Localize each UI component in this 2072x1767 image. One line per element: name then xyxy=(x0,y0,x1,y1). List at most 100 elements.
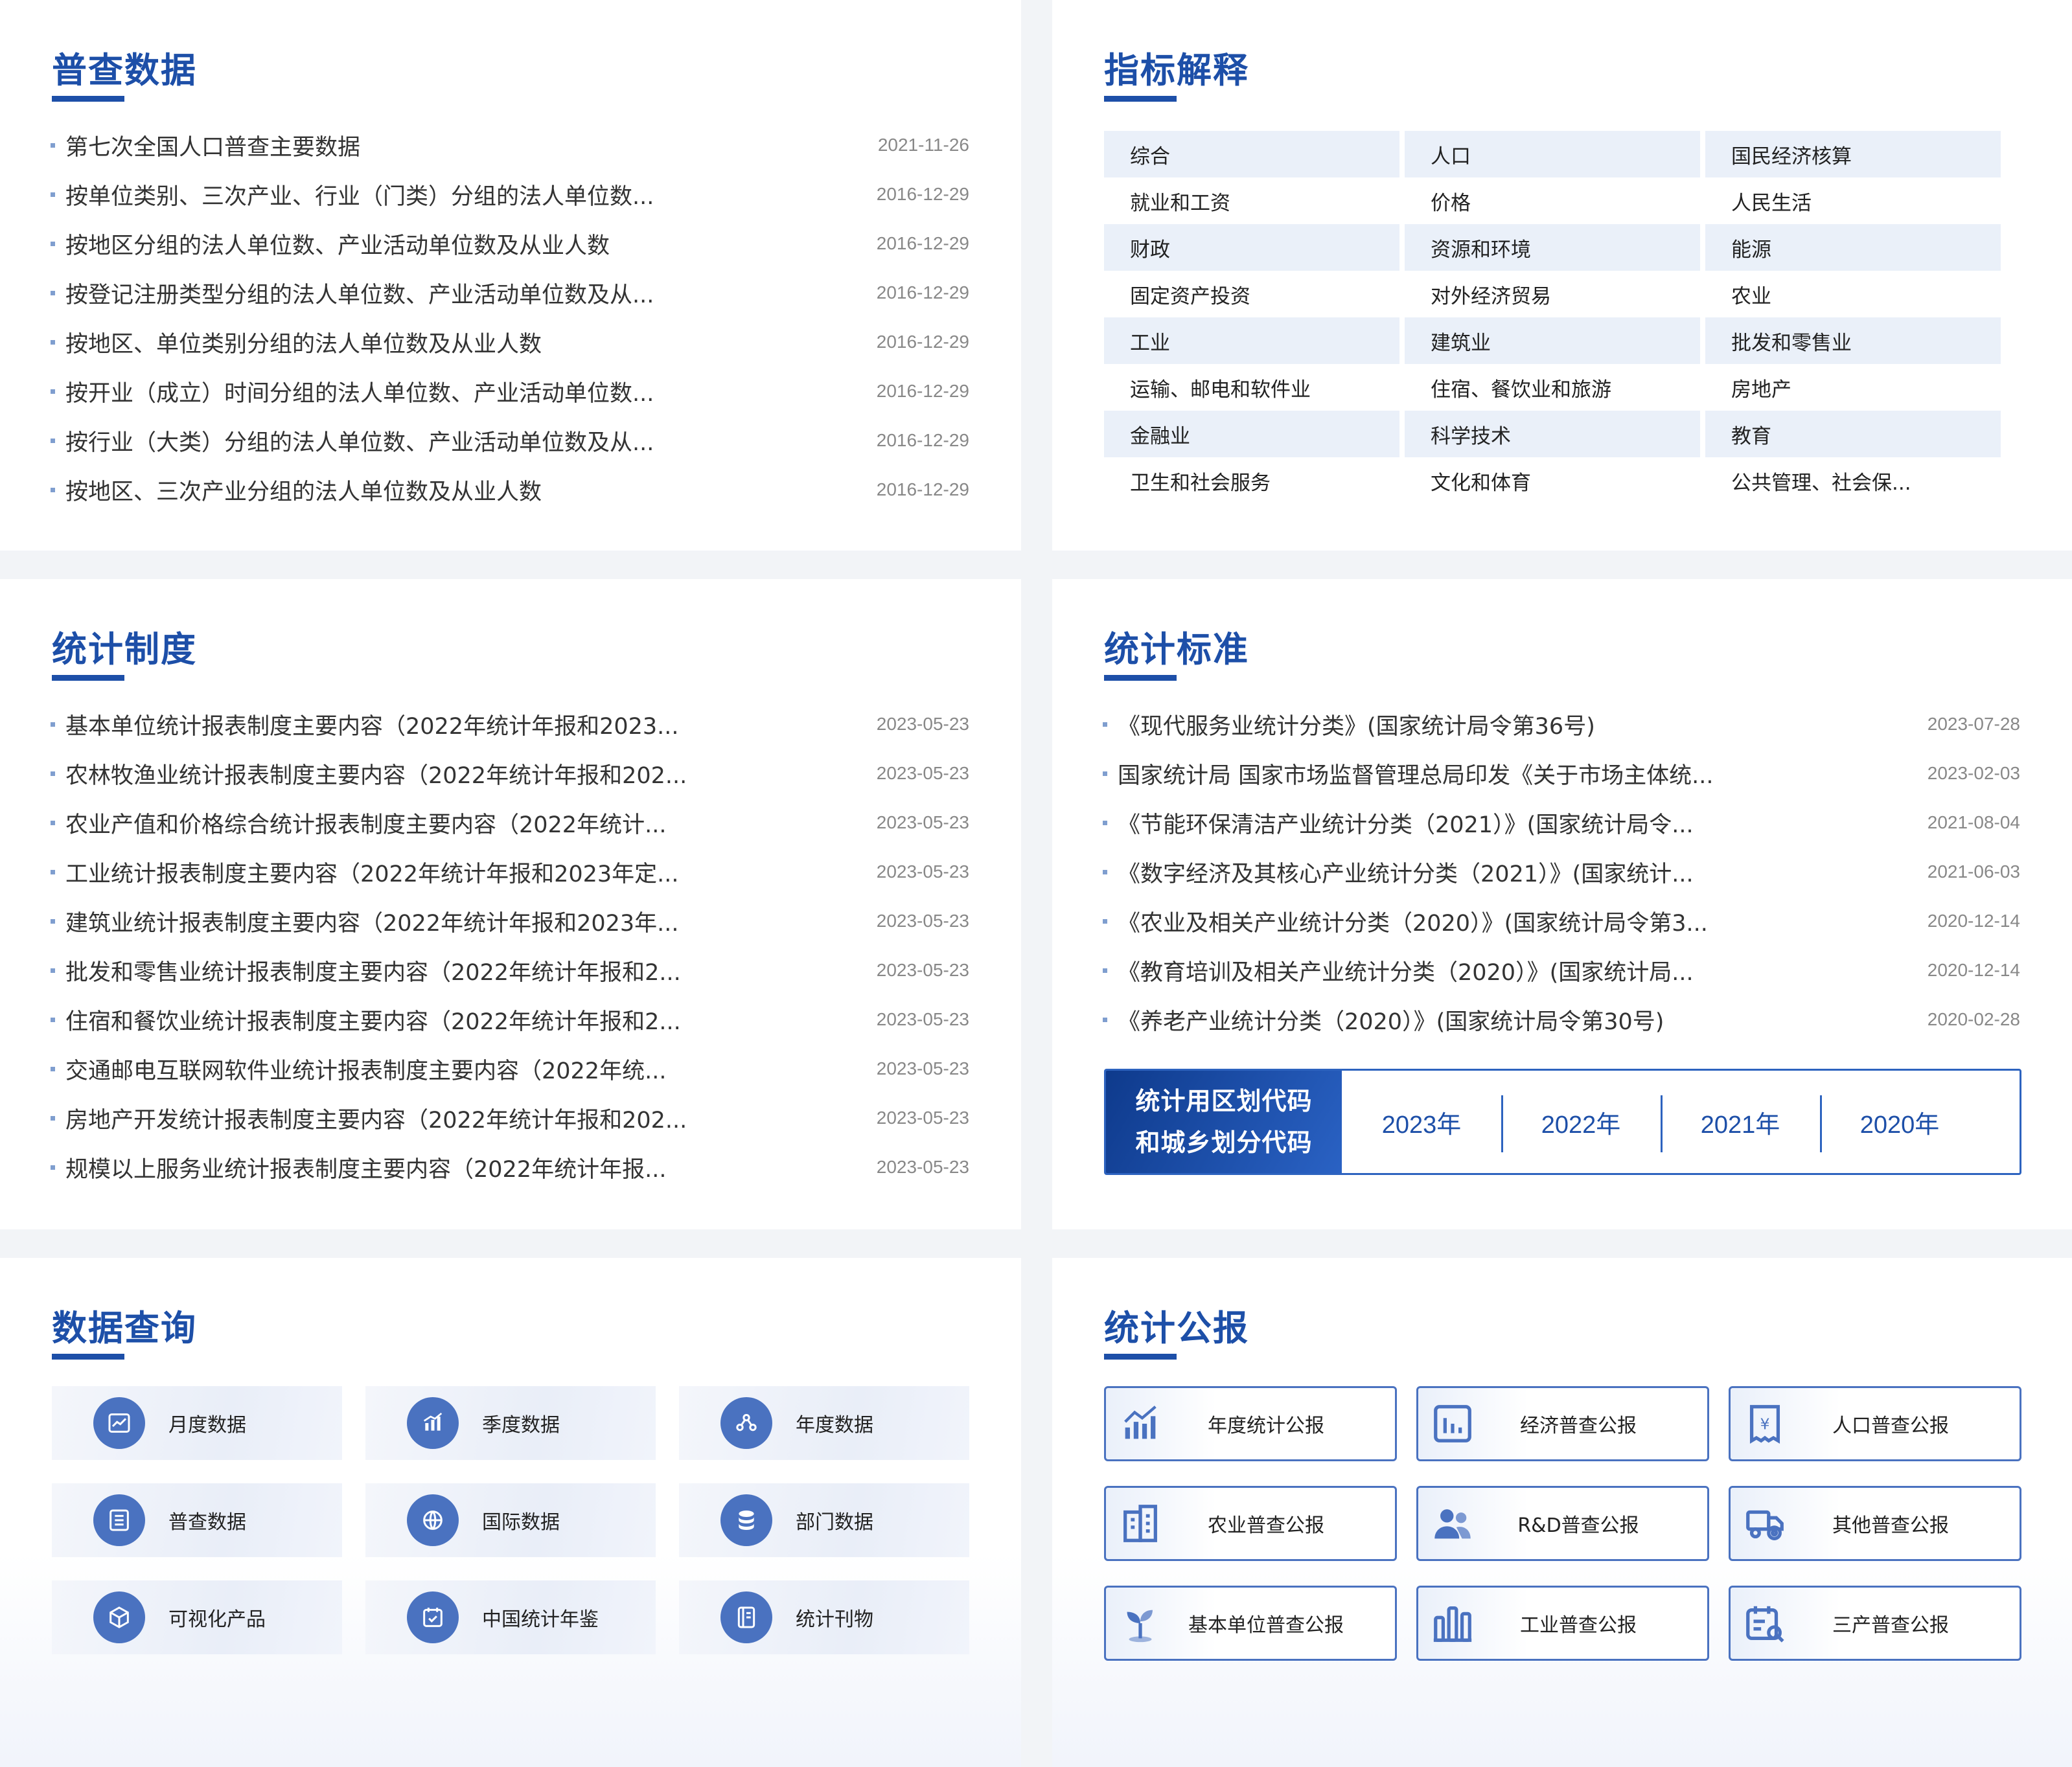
year-link-2022[interactable]: 2022年 xyxy=(1501,1095,1661,1152)
list-item[interactable]: 工业统计报表制度主要内容（2022年统计年报和2023年定... 2023-05-… xyxy=(51,847,969,896)
query-card-journal[interactable]: 统计刊物 xyxy=(679,1580,969,1654)
bulletin-card-population[interactable]: ¥ 人口普查公报 xyxy=(1729,1386,2021,1461)
query-card-department[interactable]: 部门数据 xyxy=(679,1483,969,1557)
indicator-link[interactable]: 教育 xyxy=(1705,411,2001,457)
list-item[interactable]: 按地区、三次产业分组的法人单位数及从业人数 2016-12-29 xyxy=(51,465,969,514)
database-icon xyxy=(720,1494,772,1546)
stat-standards-title[interactable]: 统计标准 xyxy=(1104,621,1249,681)
list-item[interactable]: 农业产值和价格综合统计报表制度主要内容（2022年统计... 2023-05-23 xyxy=(51,798,969,847)
indicator-link[interactable]: 财政 xyxy=(1104,224,1399,271)
query-card-census[interactable]: 普查数据 xyxy=(52,1483,342,1557)
bulletin-card-economic[interactable]: 经济普查公报 xyxy=(1416,1386,1709,1461)
indicator-link[interactable]: 价格 xyxy=(1405,177,1700,224)
factory-icon xyxy=(1433,1606,1472,1642)
query-card-monthly[interactable]: 月度数据 xyxy=(52,1386,342,1460)
bulletin-card-agriculture[interactable]: 农业普查公报 xyxy=(1104,1486,1397,1561)
year-link-2020[interactable]: 2020年 xyxy=(1820,1095,1979,1152)
indicator-link[interactable]: 人口 xyxy=(1405,131,1700,177)
bulletin-card-other[interactable]: 其他普查公报 xyxy=(1729,1486,2021,1561)
bar-frame-icon xyxy=(1434,1405,1471,1442)
list-item[interactable]: 《养老产业统计分类（2020）》(国家统计局令第30号) 2020-02-28 xyxy=(1103,995,2020,1044)
stat-bulletin-title[interactable]: 统计公报 xyxy=(1104,1299,1249,1360)
indicators-title[interactable]: 指标解释 xyxy=(1104,41,1249,102)
indicator-link[interactable]: 文化和体育 xyxy=(1405,457,1700,504)
bulletin-card-annual[interactable]: 年度统计公报 xyxy=(1104,1386,1397,1461)
indicator-link[interactable]: 国民经济核算 xyxy=(1705,131,2001,177)
indicator-link[interactable]: 固定资产投资 xyxy=(1104,271,1399,317)
list-item[interactable]: 《教育培训及相关产业统计分类（2020）》(国家统计局... 2020-12-14 xyxy=(1103,946,2020,995)
globe-data-icon xyxy=(407,1494,459,1546)
list-item[interactable]: 按开业（成立）时间分组的法人单位数、产业活动单位数... 2016-12-29 xyxy=(51,367,969,416)
list-item[interactable]: 按地区分组的法人单位数、产业活动单位数及从业人数 2016-12-29 xyxy=(51,219,969,268)
indicator-link[interactable]: 资源和环境 xyxy=(1405,224,1700,271)
list-item[interactable]: 按行业（大类）分组的法人单位数、产业活动单位数及从... 2016-12-29 xyxy=(51,416,969,465)
list-item[interactable]: 《现代服务业统计分类》(国家统计局令第36号) 2023-07-28 xyxy=(1103,700,2020,749)
stat-system-title[interactable]: 统计制度 xyxy=(52,621,197,681)
list-doc-icon xyxy=(93,1494,145,1546)
indicator-link[interactable]: 公共管理、社会保... xyxy=(1705,457,2001,504)
year-link-2023[interactable]: 2023年 xyxy=(1342,1104,1501,1140)
division-code-years: 2023年 2022年 2021年 2020年 xyxy=(1342,1071,2020,1173)
data-query-title[interactable]: 数据查询 xyxy=(52,1299,197,1360)
indicator-link[interactable]: 农业 xyxy=(1705,271,2001,317)
journal-icon xyxy=(720,1591,772,1643)
indicator-link[interactable]: 建筑业 xyxy=(1405,317,1700,364)
bulletin-card-tertiary[interactable]: 三产普查公报 xyxy=(1729,1586,2021,1661)
indicator-link[interactable]: 就业和工资 xyxy=(1104,177,1399,224)
list-item[interactable]: 住宿和餐饮业统计报表制度主要内容（2022年统计年报和2... 2023-05-2… xyxy=(51,995,969,1044)
list-item[interactable]: 国家统计局 国家市场监督管理总局印发《关于市场主体统... 2023-02-03 xyxy=(1103,749,2020,798)
indicator-link[interactable]: 能源 xyxy=(1705,224,2001,271)
list-item[interactable]: 《数字经济及其核心产业统计分类（2021）》(国家统计... 2021-06-03 xyxy=(1103,847,2020,896)
list-item[interactable]: 基本单位统计报表制度主要内容（2022年统计年报和2023... 2023-05-… xyxy=(51,700,969,749)
list-item[interactable]: 房地产开发统计报表制度主要内容（2022年统计年报和202... 2023-05-… xyxy=(51,1093,969,1143)
cube-icon xyxy=(93,1591,145,1643)
bar-chart-icon xyxy=(407,1397,459,1449)
indicator-link[interactable]: 对外经济贸易 xyxy=(1405,271,1700,317)
census-data-list: 第七次全国人口普查主要数据 2021-11-26 按单位类别、三次产业、行业（门类… xyxy=(51,120,969,514)
receipt-icon: ¥ xyxy=(1749,1405,1780,1444)
indicator-link[interactable]: 运输、邮电和软件业 xyxy=(1104,364,1399,411)
query-card-annual[interactable]: 年度数据 xyxy=(679,1386,969,1460)
query-card-yearbook[interactable]: 中国统计年鉴 xyxy=(365,1580,656,1654)
list-item[interactable]: 《节能环保清洁产业统计分类（2021）》(国家统计局令... 2021-08-04 xyxy=(1103,798,2020,847)
list-item[interactable]: 按地区、单位类别分组的法人单位数及从业人数 2016-12-29 xyxy=(51,317,969,367)
query-card-visualization[interactable]: 可视化产品 xyxy=(52,1580,342,1654)
indicator-link[interactable]: 卫生和社会服务 xyxy=(1104,457,1399,504)
growth-chart-icon xyxy=(1124,1406,1157,1439)
division-code-label[interactable]: 统计用区划代码 和城乡划分代码 xyxy=(1106,1071,1342,1173)
people-icon xyxy=(1434,1509,1471,1539)
calendar-search-icon xyxy=(1746,1606,1784,1643)
query-card-quarterly[interactable]: 季度数据 xyxy=(365,1386,656,1460)
list-item[interactable]: 按登记注册类型分组的法人单位数、产业活动单位数及从... 2016-12-29 xyxy=(51,268,969,317)
indicator-link[interactable]: 批发和零售业 xyxy=(1705,317,2001,364)
list-item[interactable]: 农林牧渔业统计报表制度主要内容（2022年统计年报和202... 2023-05-… xyxy=(51,749,969,798)
list-item[interactable]: 第七次全国人口普查主要数据 2021-11-26 xyxy=(51,120,969,170)
indicator-link[interactable]: 金融业 xyxy=(1104,411,1399,457)
stat-bulletin-grid: 年度统计公报 经济普查公报 ¥ 人口普查公报 农业普查公报 R&D普查公报 其他… xyxy=(1104,1386,2021,1661)
year-link-2021[interactable]: 2021年 xyxy=(1661,1095,1820,1152)
indicator-link[interactable]: 人民生活 xyxy=(1705,177,2001,224)
bulletin-card-basic-unit[interactable]: 基本单位普查公报 xyxy=(1104,1586,1397,1661)
list-item[interactable]: 建筑业统计报表制度主要内容（2022年统计年报和2023年... 2023-05-… xyxy=(51,896,969,946)
indicator-link[interactable]: 房地产 xyxy=(1705,364,2001,411)
stat-system-list: 基本单位统计报表制度主要内容（2022年统计年报和2023... 2023-05-… xyxy=(51,700,969,1192)
data-query-panel: 数据查询 月度数据 季度数据 年度数据 普查数据 国际数据 部门数据 可视化产品… xyxy=(0,1258,1021,1767)
indicator-link[interactable]: 综合 xyxy=(1104,131,1399,177)
indicator-link[interactable]: 科学技术 xyxy=(1405,411,1700,457)
list-item[interactable]: 《农业及相关产业统计分类（2020）》(国家统计局令第3... 2020-12-1… xyxy=(1103,896,2020,946)
stat-standards-panel: 统计标准 《现代服务业统计分类》(国家统计局令第36号) 2023-07-28 国… xyxy=(1052,579,2072,1229)
bulletin-card-rnd[interactable]: R&D普查公报 xyxy=(1416,1486,1709,1561)
census-data-title[interactable]: 普查数据 xyxy=(52,41,197,102)
list-item[interactable]: 交通邮电互联网软件业统计报表制度主要内容（2022年统... 2023-05-23 xyxy=(51,1044,969,1093)
indicator-link[interactable]: 工业 xyxy=(1104,317,1399,364)
truck-gear-icon xyxy=(1746,1510,1784,1540)
query-card-international[interactable]: 国际数据 xyxy=(365,1483,656,1557)
list-item[interactable]: 规模以上服务业统计报表制度主要内容（2022年统计年报... 2023-05-23 xyxy=(51,1143,969,1192)
list-item[interactable]: 批发和零售业统计报表制度主要内容（2022年统计年报和2... 2023-05-2… xyxy=(51,946,969,995)
calendar-check-icon xyxy=(407,1591,459,1643)
bulletin-card-industry[interactable]: 工业普查公报 xyxy=(1416,1586,1709,1661)
list-item[interactable]: 按单位类别、三次产业、行业（门类）分组的法人单位数... 2016-12-29 xyxy=(51,170,969,219)
indicator-link[interactable]: 住宿、餐饮业和旅游 xyxy=(1405,364,1700,411)
building-icon xyxy=(1123,1505,1157,1542)
stat-bulletin-panel: 统计公报 年度统计公报 经济普查公报 ¥ 人口普查公报 农业普查公报 R&D普查… xyxy=(1052,1258,2072,1767)
